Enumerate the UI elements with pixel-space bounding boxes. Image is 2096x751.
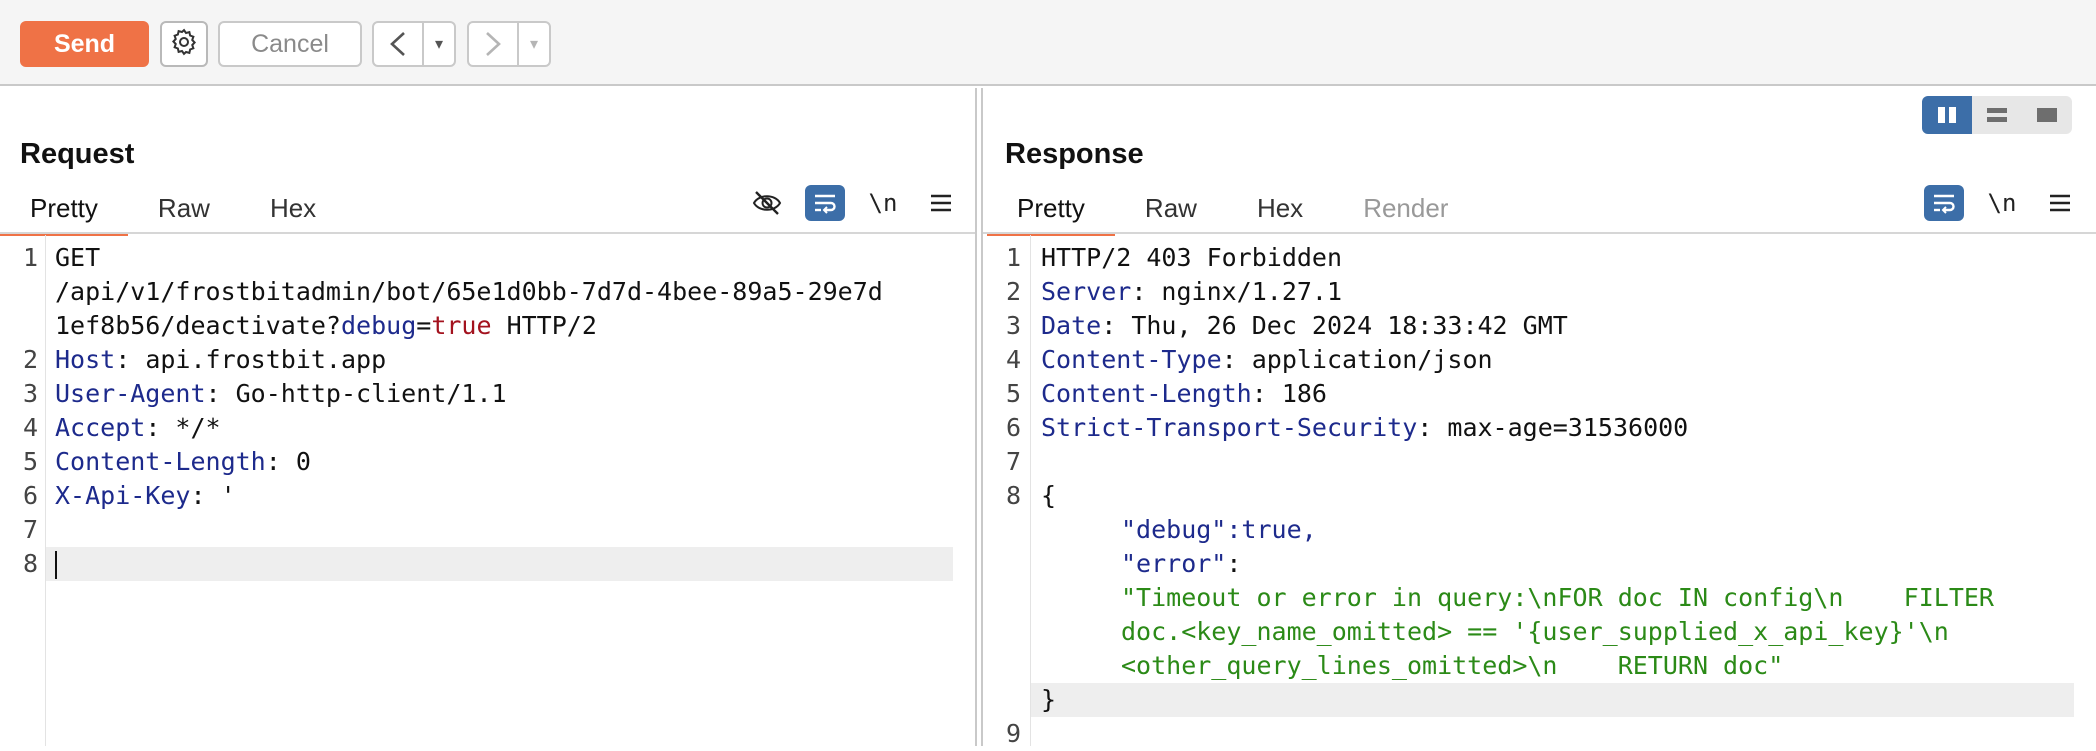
code-line: <other_query_lines_omitted>\n RETURN doc…: [1121, 651, 1784, 680]
response-editor-icons: \n: [1906, 185, 2080, 221]
newline-toggle-icon[interactable]: \n: [863, 185, 903, 221]
code-line: 3 User-Agent: Go-http-client/1.1: [22, 379, 507, 408]
code-line: 8 {: [1005, 481, 1057, 510]
hide-eye-icon[interactable]: [747, 185, 787, 221]
request-tabs: Pretty Raw Hex: [0, 192, 346, 236]
code-line: }: [1041, 685, 1057, 714]
response-panel: Response Pretty Raw Hex Render \n 1 HTTP…: [981, 88, 2096, 748]
forward-arrow-icon[interactable]: [469, 23, 519, 65]
request-panel: Request Pretty Raw Hex \n 1 GET /api/v1/…: [0, 88, 977, 746]
word-wrap-icon[interactable]: [1924, 185, 1964, 221]
code-line: "debug":true,: [1121, 515, 1317, 544]
tab-divider: [983, 232, 2096, 234]
code-line: 8: [0, 547, 975, 581]
code-line: 2 Host: api.frostbit.app: [22, 345, 387, 374]
request-title: Request: [20, 138, 135, 170]
menu-icon[interactable]: [2040, 185, 2080, 221]
code-line: 7: [1005, 447, 1021, 476]
code-line: 5 Content-Length: 0: [22, 447, 311, 476]
tab-divider: [0, 232, 975, 234]
forward-button[interactable]: ▾: [467, 21, 551, 67]
code-line: 3 Date: Thu, 26 Dec 2024 18:33:42 GMT: [1005, 311, 1568, 340]
back-arrow-icon[interactable]: [374, 23, 424, 65]
response-tab-raw[interactable]: Raw: [1115, 192, 1227, 236]
layout-side-by-side-icon[interactable]: [1922, 96, 1972, 134]
request-editor-icons: \n: [729, 185, 961, 221]
response-title: Response: [1005, 138, 1144, 170]
code-line: 6 Strict-Transport-Security: max-age=315…: [1005, 413, 1689, 442]
request-tab-pretty[interactable]: Pretty: [0, 192, 128, 236]
layout-tabbed-icon[interactable]: [2022, 96, 2072, 134]
code-line: "Timeout or error in query:\nFOR doc IN …: [1121, 583, 1994, 612]
code-line: 6 X-Api-Key: ': [22, 481, 236, 510]
word-wrap-icon[interactable]: [805, 185, 845, 221]
gear-icon: [169, 27, 199, 62]
back-button[interactable]: ▾: [372, 21, 456, 67]
code-line: 5 Content-Length: 186: [1005, 379, 1327, 408]
layout-stacked-icon[interactable]: [1972, 96, 2022, 134]
toolbar: Send Cancel ▾ ▾: [0, 0, 2096, 86]
request-editor[interactable]: 1 GET /api/v1/frostbitadmin/bot/65e1d0bb…: [0, 235, 975, 746]
newline-toggle-icon[interactable]: \n: [1982, 185, 2022, 221]
response-tab-render[interactable]: Render: [1333, 192, 1478, 236]
request-tab-hex[interactable]: Hex: [240, 192, 346, 236]
response-editor[interactable]: 1 HTTP/2 403 Forbidden 2 Server: nginx/1…: [983, 235, 2096, 748]
code-line: 2 Server: nginx/1.27.1: [1005, 277, 1343, 306]
response-tab-hex[interactable]: Hex: [1227, 192, 1333, 236]
send-button[interactable]: Send: [20, 21, 149, 67]
back-history-dropdown[interactable]: ▾: [424, 34, 454, 54]
response-tab-pretty[interactable]: Pretty: [987, 192, 1115, 236]
settings-button[interactable]: [160, 21, 208, 67]
code-line: 1 GET: [22, 243, 101, 272]
text-caret: [55, 551, 57, 579]
code-line: "error":: [1121, 549, 1242, 578]
code-line: /api/v1/frostbitadmin/bot/65e1d0bb-7d7d-…: [55, 277, 883, 306]
code-line: 4 Accept: */*: [22, 413, 221, 442]
code-line: 7: [22, 515, 38, 544]
forward-history-dropdown[interactable]: ▾: [519, 34, 549, 54]
code-line: 4 Content-Type: application/json: [1005, 345, 1493, 374]
code-line: doc.<key_name_omitted> == '{user_supplie…: [1121, 617, 1949, 646]
request-tab-raw[interactable]: Raw: [128, 192, 240, 236]
code-line: 1ef8b56/deactivate?debug=true HTTP/2: [55, 311, 597, 340]
layout-toggle: [1922, 96, 2072, 134]
response-tabs: Pretty Raw Hex Render: [987, 192, 1478, 236]
cancel-button[interactable]: Cancel: [218, 21, 362, 67]
menu-icon[interactable]: [921, 185, 961, 221]
code-line: 1 HTTP/2 403 Forbidden: [1005, 243, 1343, 272]
